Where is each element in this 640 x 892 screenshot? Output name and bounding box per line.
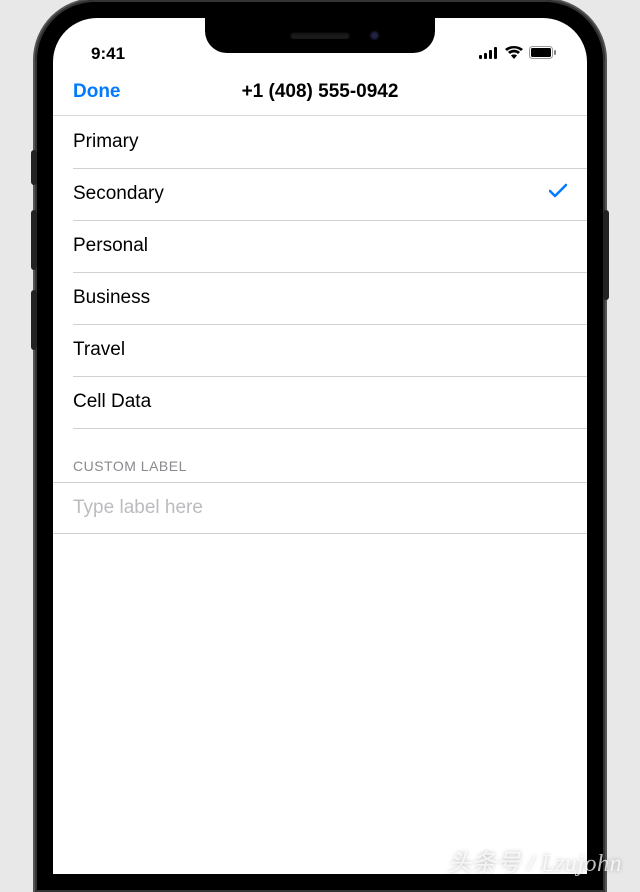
label-row-cell-data[interactable]: Cell Data [53, 376, 587, 428]
speaker-grille [290, 32, 350, 39]
custom-label-row[interactable] [53, 482, 587, 534]
label-text: Travel [73, 339, 125, 361]
done-button[interactable]: Done [73, 81, 121, 103]
nav-bar: Done +1 (408) 555-0942 [53, 68, 587, 116]
label-row-secondary[interactable]: Secondary [53, 168, 587, 220]
status-time: 9:41 [81, 44, 125, 64]
signal-icon [479, 46, 499, 64]
label-row-personal[interactable]: Personal [53, 220, 587, 272]
custom-label-input[interactable] [73, 497, 567, 519]
checkmark-icon [549, 183, 567, 205]
label-row-business[interactable]: Business [53, 272, 587, 324]
side-button-volume-down [31, 290, 37, 350]
side-button-silent [31, 150, 37, 185]
label-row-travel[interactable]: Travel [53, 324, 587, 376]
custom-label-header: CUSTOM LABEL [53, 428, 587, 482]
wifi-icon [505, 46, 523, 64]
status-icons [479, 46, 559, 64]
notch [205, 18, 435, 53]
label-text: Secondary [73, 183, 164, 205]
label-text: Personal [73, 235, 148, 257]
label-list: Primary Secondary Personal Business Travel Ce… [53, 116, 587, 428]
label-text: Primary [73, 131, 138, 153]
side-button-volume-up [31, 210, 37, 270]
phone-frame: 9:41 Done +1 (408) 555-0942 Primary Secon… [35, 0, 605, 892]
label-text: Business [73, 287, 150, 309]
nav-title: +1 (408) 555-0942 [242, 81, 399, 103]
label-row-primary[interactable]: Primary [53, 116, 587, 168]
battery-icon [529, 46, 557, 64]
side-button-power [603, 210, 609, 300]
label-text: Cell Data [73, 391, 151, 413]
watermark: 头条号 / Lzujohn [447, 843, 622, 878]
screen: 9:41 Done +1 (408) 555-0942 Primary Secon… [53, 18, 587, 874]
front-camera [369, 30, 380, 41]
